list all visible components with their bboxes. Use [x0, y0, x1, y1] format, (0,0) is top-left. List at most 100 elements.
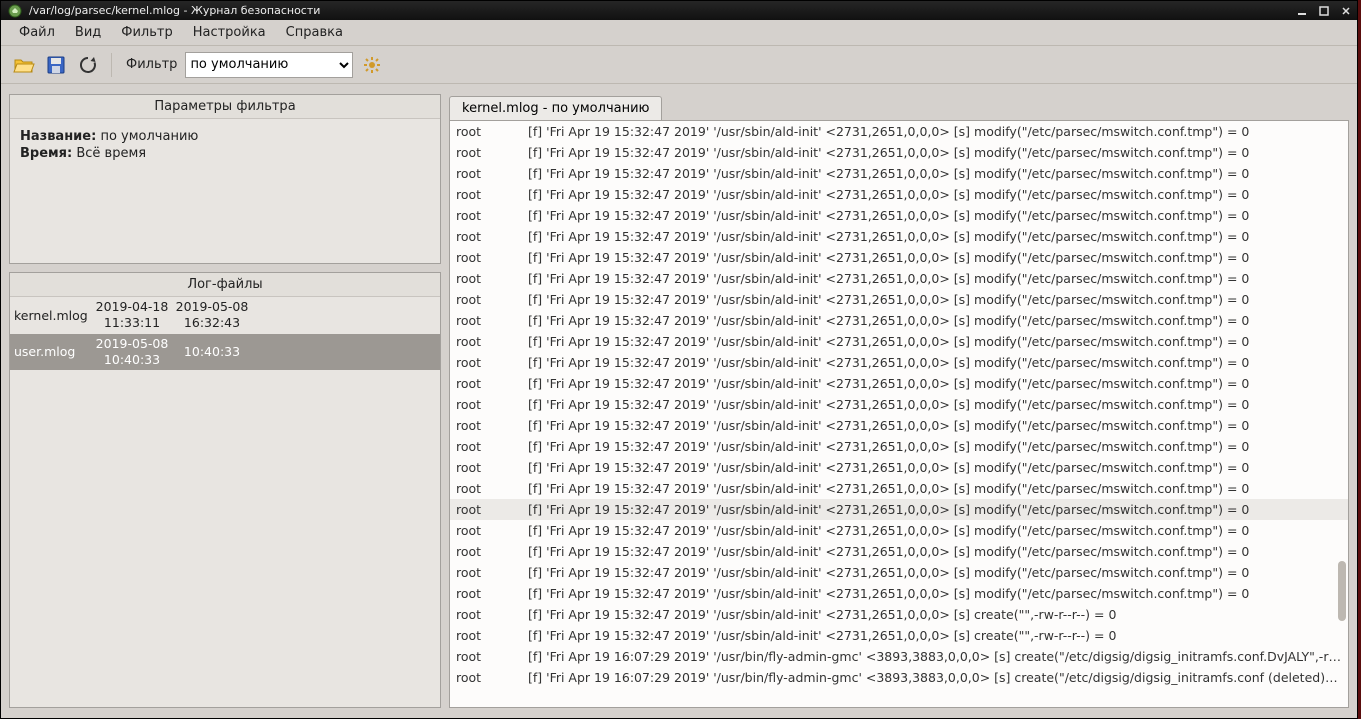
- log-file-row[interactable]: kernel.mlog2019-04-1811:33:112019-05-081…: [10, 297, 440, 334]
- log-row[interactable]: root[f] 'Fri Apr 19 15:32:47 2019' '/usr…: [450, 331, 1348, 352]
- log-user: root: [456, 375, 528, 392]
- log-message: [f] 'Fri Apr 19 15:32:47 2019' '/usr/sbi…: [528, 585, 1342, 602]
- log-files-panel: Лог-файлы kernel.mlog2019-04-1811:33:112…: [9, 272, 441, 708]
- log-row[interactable]: root[f] 'Fri Apr 19 15:32:47 2019' '/usr…: [450, 268, 1348, 289]
- log-file-row[interactable]: user.mlog2019-05-0810:40:3310:40:33: [10, 334, 440, 371]
- filter-params-title: Параметры фильтра: [10, 95, 440, 119]
- log-user: root: [456, 270, 528, 287]
- log-row[interactable]: root[f] 'Fri Apr 19 15:32:47 2019' '/usr…: [450, 457, 1348, 478]
- log-user: root: [456, 606, 528, 623]
- refresh-button[interactable]: [75, 52, 101, 78]
- log-row[interactable]: root[f] 'Fri Apr 19 16:07:29 2019' '/usr…: [450, 646, 1348, 667]
- titlebar[interactable]: /var/log/parsec/kernel.mlog - Журнал без…: [1, 1, 1357, 20]
- log-row[interactable]: root[f] 'Fri Apr 19 16:07:29 2019' '/usr…: [450, 667, 1348, 688]
- filter-select[interactable]: по умолчанию: [185, 52, 353, 78]
- log-row[interactable]: root[f] 'Fri Apr 19 15:32:47 2019' '/usr…: [450, 520, 1348, 541]
- log-message: [f] 'Fri Apr 19 15:32:47 2019' '/usr/sbi…: [528, 501, 1342, 518]
- menu-help[interactable]: Справка: [276, 22, 353, 43]
- log-message: [f] 'Fri Apr 19 15:32:47 2019' '/usr/sbi…: [528, 438, 1342, 455]
- filter-time-value: Всё время: [76, 146, 146, 161]
- save-button[interactable]: [43, 52, 69, 78]
- log-message: [f] 'Fri Apr 19 15:32:47 2019' '/usr/sbi…: [528, 165, 1342, 182]
- log-row[interactable]: root[f] 'Fri Apr 19 15:32:47 2019' '/usr…: [450, 394, 1348, 415]
- menubar: Файл Вид Фильтр Настройка Справка: [1, 20, 1357, 46]
- log-user: root: [456, 249, 528, 266]
- filter-name-value: по умолчанию: [100, 129, 198, 144]
- log-user: root: [456, 123, 528, 140]
- log-message: [f] 'Fri Apr 19 15:32:47 2019' '/usr/sbi…: [528, 354, 1342, 371]
- filter-time-label: Время:: [20, 146, 72, 161]
- log-row[interactable]: root[f] 'Fri Apr 19 15:32:47 2019' '/usr…: [450, 205, 1348, 226]
- log-message: [f] 'Fri Apr 19 15:32:47 2019' '/usr/sbi…: [528, 627, 1342, 644]
- log-row[interactable]: root[f] 'Fri Apr 19 15:32:47 2019' '/usr…: [450, 415, 1348, 436]
- log-message: [f] 'Fri Apr 19 15:32:47 2019' '/usr/sbi…: [528, 144, 1342, 161]
- file-name: kernel.mlog: [14, 308, 92, 323]
- log-user: root: [456, 585, 528, 602]
- maximize-button[interactable]: [1313, 2, 1335, 20]
- log-row[interactable]: root[f] 'Fri Apr 19 15:32:47 2019' '/usr…: [450, 604, 1348, 625]
- log-row[interactable]: root[f] 'Fri Apr 19 15:32:47 2019' '/usr…: [450, 226, 1348, 247]
- main-window: /var/log/parsec/kernel.mlog - Журнал без…: [0, 0, 1358, 719]
- log-message: [f] 'Fri Apr 19 15:32:47 2019' '/usr/sbi…: [528, 375, 1342, 392]
- file-date-end: 10:40:33: [172, 344, 252, 360]
- log-row[interactable]: root[f] 'Fri Apr 19 15:32:47 2019' '/usr…: [450, 352, 1348, 373]
- close-button[interactable]: [1335, 2, 1357, 20]
- log-row[interactable]: root[f] 'Fri Apr 19 15:32:47 2019' '/usr…: [450, 163, 1348, 184]
- log-scroll[interactable]: root[f] 'Fri Apr 19 15:32:47 2019' '/usr…: [450, 121, 1348, 707]
- file-name: user.mlog: [14, 344, 92, 359]
- log-message: [f] 'Fri Apr 19 15:32:47 2019' '/usr/sbi…: [528, 459, 1342, 476]
- log-row[interactable]: root[f] 'Fri Apr 19 15:32:47 2019' '/usr…: [450, 478, 1348, 499]
- log-row[interactable]: root[f] 'Fri Apr 19 15:32:47 2019' '/usr…: [450, 142, 1348, 163]
- log-row[interactable]: root[f] 'Fri Apr 19 15:32:47 2019' '/usr…: [450, 184, 1348, 205]
- filter-params-panel: Параметры фильтра Название: по умолчанию…: [9, 94, 441, 264]
- filter-settings-button[interactable]: [359, 52, 385, 78]
- log-message: [f] 'Fri Apr 19 15:32:47 2019' '/usr/sbi…: [528, 417, 1342, 434]
- log-user: root: [456, 459, 528, 476]
- log-user: root: [456, 501, 528, 518]
- scrollbar-thumb[interactable]: [1338, 561, 1346, 621]
- log-row[interactable]: root[f] 'Fri Apr 19 15:32:47 2019' '/usr…: [450, 499, 1348, 520]
- log-content-panel: root[f] 'Fri Apr 19 15:32:47 2019' '/usr…: [449, 120, 1349, 708]
- log-row[interactable]: root[f] 'Fri Apr 19 15:32:47 2019' '/usr…: [450, 289, 1348, 310]
- log-row[interactable]: root[f] 'Fri Apr 19 15:32:47 2019' '/usr…: [450, 583, 1348, 604]
- log-user: root: [456, 228, 528, 245]
- file-date-start: 2019-04-1811:33:11: [92, 299, 172, 332]
- log-message: [f] 'Fri Apr 19 16:07:29 2019' '/usr/bin…: [528, 669, 1342, 686]
- log-user: root: [456, 627, 528, 644]
- filter-label: Фильтр: [126, 57, 177, 72]
- log-row[interactable]: root[f] 'Fri Apr 19 15:32:47 2019' '/usr…: [450, 247, 1348, 268]
- window-title: /var/log/parsec/kernel.mlog - Журнал без…: [29, 4, 1291, 17]
- log-files-title: Лог-файлы: [10, 273, 440, 297]
- log-row[interactable]: root[f] 'Fri Apr 19 15:32:47 2019' '/usr…: [450, 562, 1348, 583]
- log-message: [f] 'Fri Apr 19 15:32:47 2019' '/usr/sbi…: [528, 564, 1342, 581]
- menu-view[interactable]: Вид: [65, 22, 111, 43]
- menu-filter[interactable]: Фильтр: [111, 22, 182, 43]
- log-message: [f] 'Fri Apr 19 15:32:47 2019' '/usr/sbi…: [528, 522, 1342, 539]
- app-icon: [7, 3, 23, 19]
- menu-settings[interactable]: Настройка: [183, 22, 276, 43]
- log-row[interactable]: root[f] 'Fri Apr 19 15:32:47 2019' '/usr…: [450, 121, 1348, 142]
- log-row[interactable]: root[f] 'Fri Apr 19 15:32:47 2019' '/usr…: [450, 541, 1348, 562]
- toolbar: Фильтр по умолчанию: [1, 46, 1357, 84]
- log-user: root: [456, 144, 528, 161]
- log-user: root: [456, 165, 528, 182]
- log-row[interactable]: root[f] 'Fri Apr 19 15:32:47 2019' '/usr…: [450, 625, 1348, 646]
- open-button[interactable]: [11, 52, 37, 78]
- log-user: root: [456, 396, 528, 413]
- log-message: [f] 'Fri Apr 19 15:32:47 2019' '/usr/sbi…: [528, 207, 1342, 224]
- log-user: root: [456, 669, 528, 686]
- filter-name-label: Название:: [20, 129, 96, 144]
- log-message: [f] 'Fri Apr 19 15:32:47 2019' '/usr/sbi…: [528, 186, 1342, 203]
- log-user: root: [456, 522, 528, 539]
- log-user: root: [456, 207, 528, 224]
- log-message: [f] 'Fri Apr 19 15:32:47 2019' '/usr/sbi…: [528, 396, 1342, 413]
- log-tab[interactable]: kernel.mlog - по умолчанию: [449, 96, 662, 120]
- log-message: [f] 'Fri Apr 19 15:32:47 2019' '/usr/sbi…: [528, 228, 1342, 245]
- log-row[interactable]: root[f] 'Fri Apr 19 15:32:47 2019' '/usr…: [450, 310, 1348, 331]
- log-message: [f] 'Fri Apr 19 15:32:47 2019' '/usr/sbi…: [528, 123, 1342, 140]
- menu-file[interactable]: Файл: [9, 22, 65, 43]
- log-row[interactable]: root[f] 'Fri Apr 19 15:32:47 2019' '/usr…: [450, 436, 1348, 457]
- minimize-button[interactable]: [1291, 2, 1313, 20]
- log-user: root: [456, 543, 528, 560]
- log-row[interactable]: root[f] 'Fri Apr 19 15:32:47 2019' '/usr…: [450, 373, 1348, 394]
